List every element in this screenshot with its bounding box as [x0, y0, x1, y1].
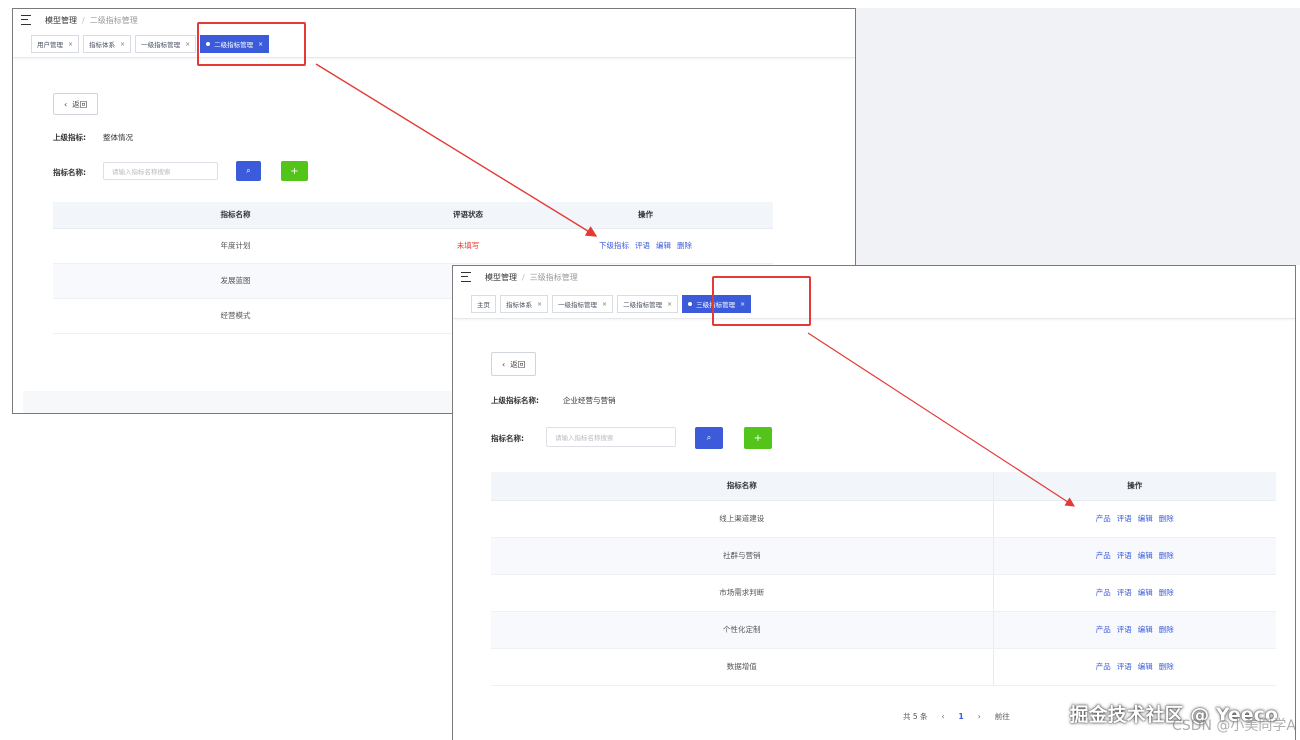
arrow-to-subindicator	[315, 63, 598, 237]
watermark-secondary: CSDN @小美同学A	[1172, 718, 1296, 734]
arrow-to-product	[807, 332, 1076, 507]
annotation-arrows	[315, 63, 1076, 507]
